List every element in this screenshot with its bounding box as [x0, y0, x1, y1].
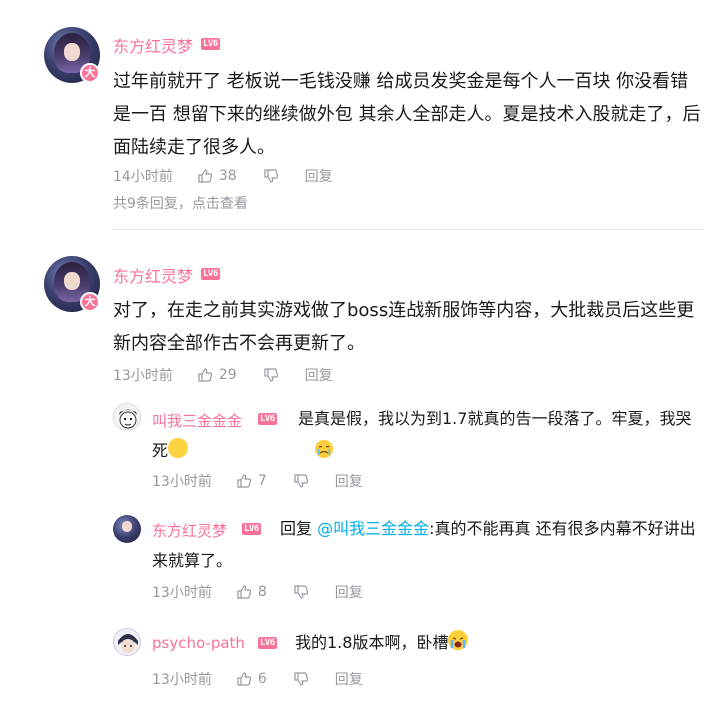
like-count: 6 — [257, 671, 267, 687]
thumbs-up-icon — [237, 672, 251, 686]
reply-text-content: 我的1.8版本啊，卧槽 — [295, 633, 449, 652]
avatar-illustration — [119, 409, 137, 429]
crying-face-emoji — [448, 630, 469, 650]
avatar-illustration — [118, 634, 138, 653]
username[interactable]: 东方红灵梦 — [113, 33, 193, 57]
reply-text: 我的1.8版本啊，卧槽 — [295, 627, 695, 659]
reply-text: 是真是假，我以为到1.7就真的告一段落了。牢夏，我哭死 — [152, 403, 697, 467]
reply-time: 13小时前 — [152, 672, 212, 688]
avatar-badge: 大 — [80, 63, 100, 83]
thumbs-down-icon — [264, 368, 278, 382]
reply-time: 13小时前 — [152, 474, 212, 490]
sob-face-emoji — [168, 438, 334, 458]
reply-text-content: 是真是假，我以为到1.7就真的告一段落了。牢夏，我哭死 — [152, 409, 692, 460]
reply-username[interactable]: psycho-path — [152, 634, 245, 652]
reply-meta: 13小时前 6 回复 — [152, 669, 363, 689]
thumbs-down-icon — [294, 672, 308, 686]
comment-meta: 13小时前 29 回复 — [113, 365, 333, 385]
comment-text: 对了，在走之前其实游戏做了boss连战新服饰等内容，大批裁员后这些更新内容全部作… — [113, 300, 695, 354]
like-count: 29 — [218, 367, 237, 383]
dislike-button[interactable] — [263, 168, 279, 184]
dislike-button[interactable] — [293, 584, 309, 600]
reply-button[interactable]: 回复 — [305, 365, 333, 385]
comment-text: 过年前就开了 老板说一毛钱没赚 给成员发奖金是每个人一百块 你没看错 是一百 想… — [113, 71, 701, 158]
mention-link[interactable]: @叫我三金金金 — [317, 519, 429, 538]
comment-time: 13小时前 — [113, 368, 173, 384]
level-badge: LV6 — [201, 38, 220, 50]
thumbs-down-icon — [264, 169, 278, 183]
like-button[interactable]: 29 — [197, 367, 237, 383]
level-badge: LV6 — [201, 268, 220, 280]
like-button[interactable]: 7 — [236, 473, 267, 489]
reply-time: 13小时前 — [152, 585, 212, 601]
comment-meta: 14小时前 38 回复 — [113, 166, 333, 186]
like-button[interactable]: 6 — [236, 671, 267, 687]
reply-button[interactable]: 回复 — [335, 582, 363, 602]
reply-meta: 13小时前 8 回复 — [152, 582, 363, 602]
reply-button[interactable]: 回复 — [305, 166, 333, 186]
like-button[interactable]: 8 — [236, 584, 267, 600]
comment-time: 14小时前 — [113, 169, 173, 185]
reply-prefix: 回复 — [280, 519, 318, 538]
dislike-button[interactable] — [263, 367, 279, 383]
like-count: 7 — [257, 473, 267, 489]
reply-button[interactable]: 回复 — [335, 669, 363, 689]
divider — [113, 229, 703, 230]
thumbs-up-icon — [237, 585, 251, 599]
like-button[interactable]: 38 — [197, 168, 237, 184]
dislike-button[interactable] — [293, 473, 309, 489]
reply-meta: 13小时前 7 回复 — [152, 471, 363, 491]
dislike-button[interactable] — [293, 671, 309, 687]
reply-avatar[interactable] — [113, 628, 141, 656]
reply-avatar[interactable] — [113, 515, 141, 543]
thumbs-up-icon — [198, 169, 212, 183]
username[interactable]: 东方红灵梦 — [113, 263, 193, 287]
reply-button[interactable]: 回复 — [335, 471, 363, 491]
thumbs-down-icon — [294, 474, 308, 488]
thumbs-up-icon — [237, 474, 251, 488]
like-count: 38 — [218, 168, 237, 184]
avatar-badge: 大 — [80, 292, 100, 312]
reply-avatar[interactable] — [113, 403, 141, 431]
like-count: 8 — [257, 584, 267, 600]
view-replies-link[interactable]: 共9条回复，点击查看 — [113, 193, 248, 213]
thumbs-down-icon — [294, 585, 308, 599]
thumbs-up-icon — [198, 368, 212, 382]
reply-text: 回复 @叫我三金金金:真的不能再真 还有很多内幕不好讲出来就算了。 — [152, 513, 697, 577]
level-badge: LV6 — [258, 637, 277, 649]
